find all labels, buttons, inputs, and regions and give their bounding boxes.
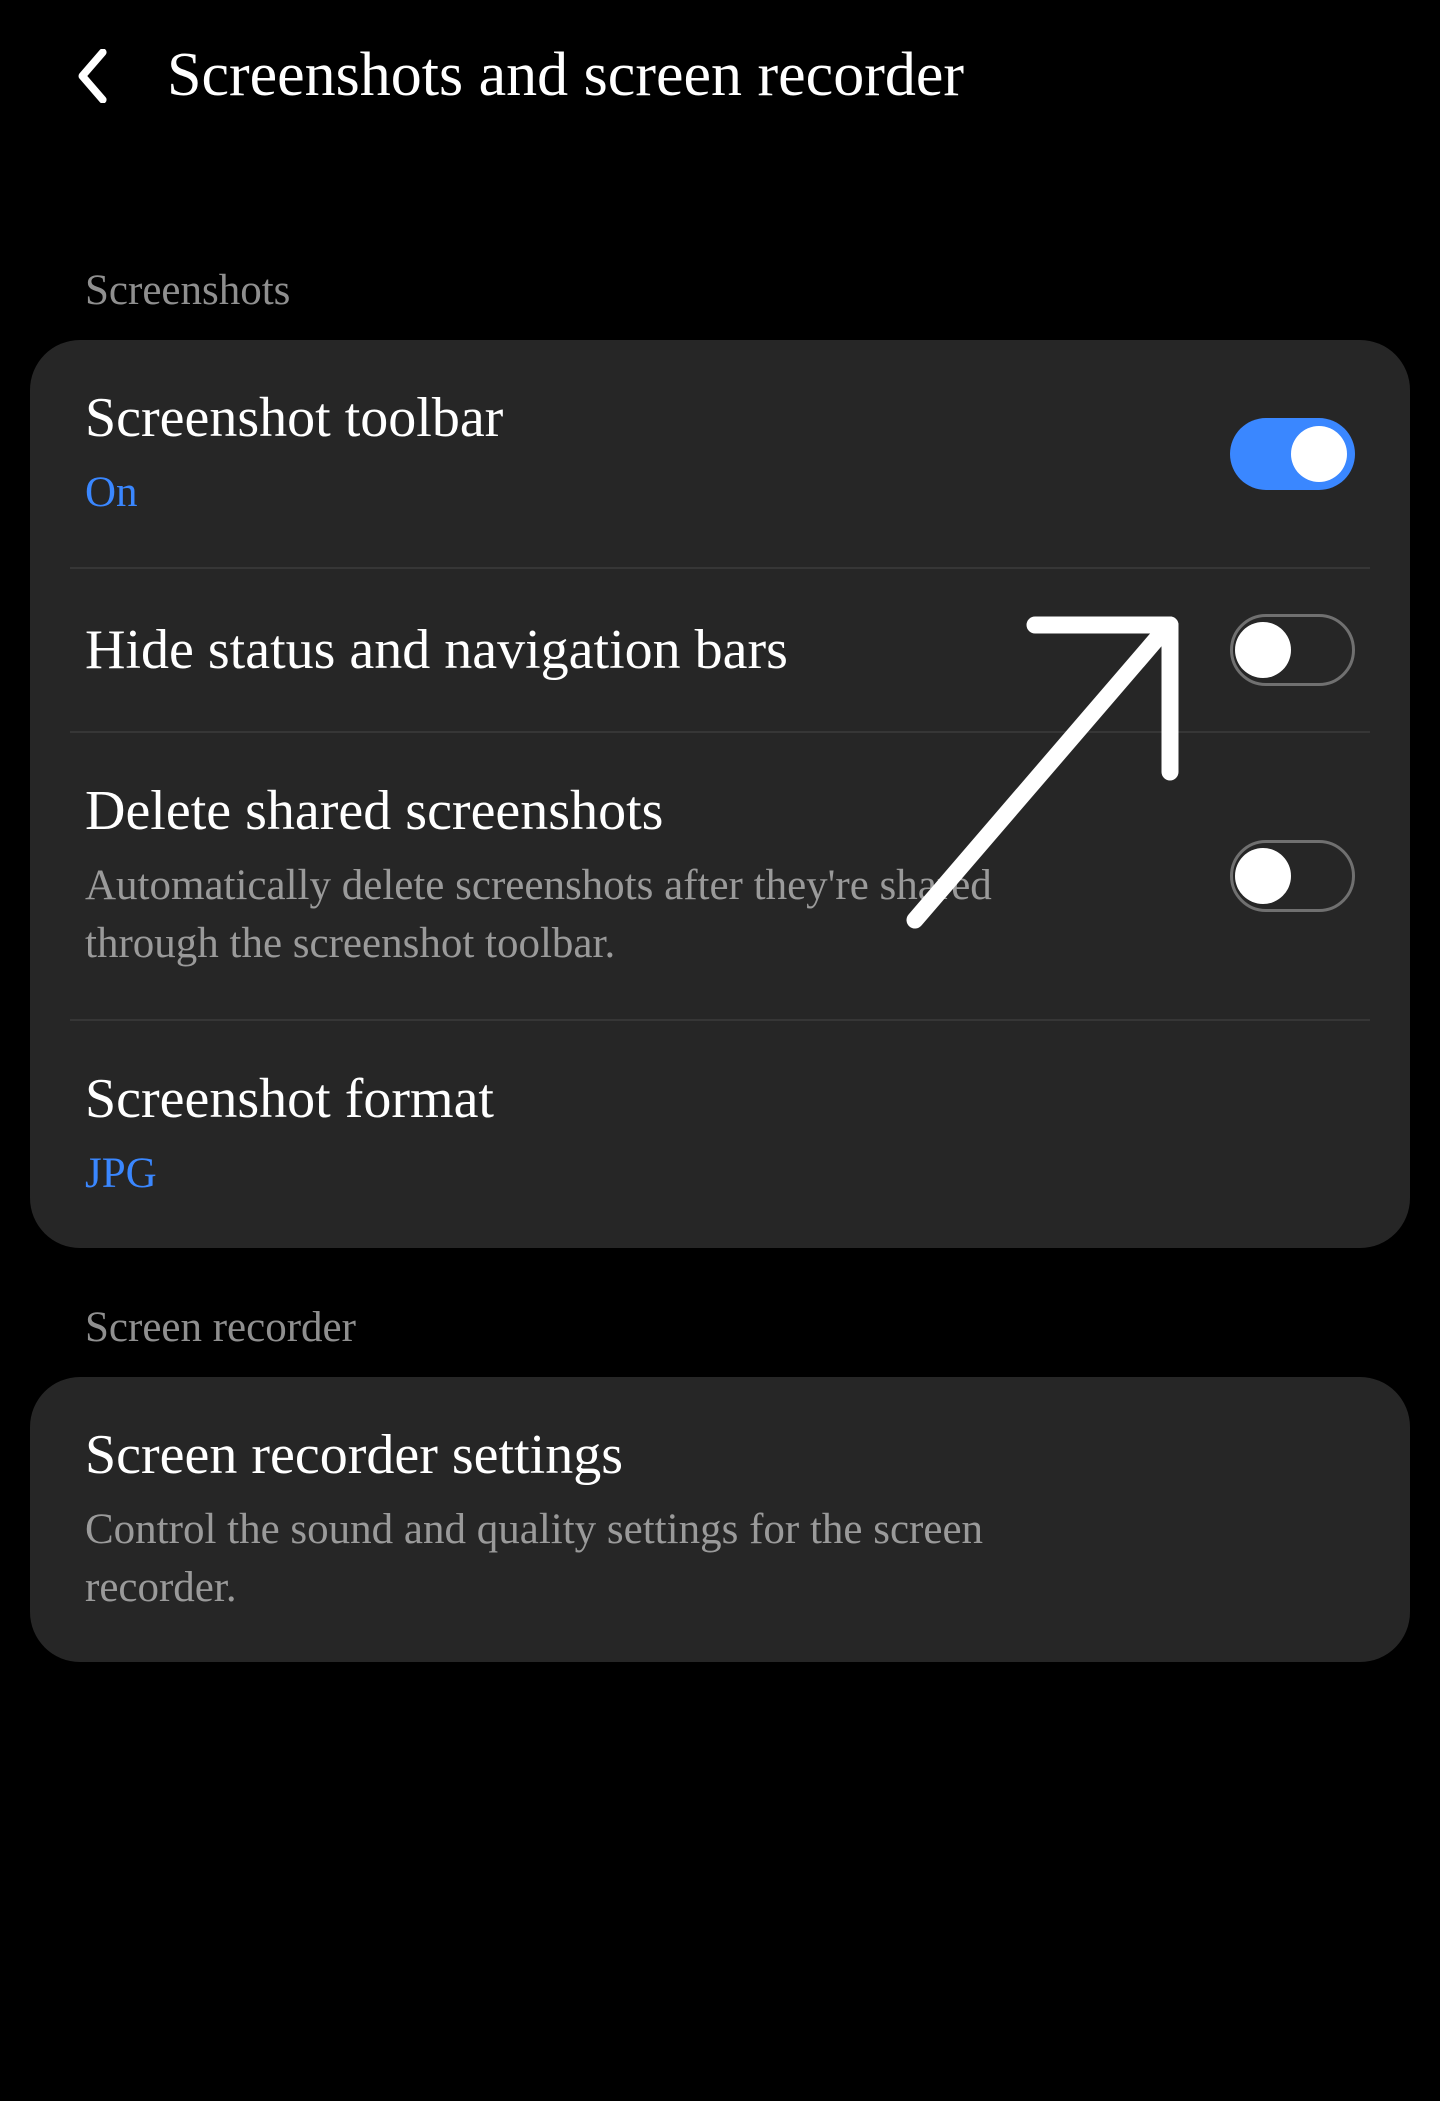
delete-shared-text: Delete shared screenshots Automatically …	[85, 778, 1105, 973]
hide-bars-text: Hide status and navigation bars	[85, 617, 788, 684]
delete-shared-row[interactable]: Delete shared screenshots Automatically …	[70, 733, 1370, 1020]
header-bar: Screenshots and screen recorder	[30, 40, 1410, 111]
delete-shared-subtitle: Automatically delete screenshots after t…	[85, 857, 1105, 973]
page-title: Screenshots and screen recorder	[167, 40, 964, 111]
screenshot-toolbar-toggle[interactable]	[1230, 418, 1355, 490]
screenshots-section-heading: Screenshots	[30, 266, 1410, 315]
screenshot-toolbar-status: On	[85, 464, 503, 522]
toggle-knob	[1235, 622, 1291, 678]
screenshot-toolbar-title: Screenshot toolbar	[85, 385, 503, 452]
screenshot-toolbar-row[interactable]: Screenshot toolbar On	[70, 340, 1370, 569]
screenshots-card: Screenshot toolbar On Hide status and na…	[30, 340, 1410, 1248]
hide-bars-title: Hide status and navigation bars	[85, 617, 788, 684]
recorder-settings-subtitle: Control the sound and quality settings f…	[85, 1501, 1105, 1617]
recorder-settings-title: Screen recorder settings	[85, 1422, 1105, 1489]
recorder-section-heading: Screen recorder	[30, 1303, 1410, 1352]
delete-shared-title: Delete shared screenshots	[85, 778, 1105, 845]
screenshot-format-value: JPG	[85, 1145, 494, 1203]
recorder-settings-row[interactable]: Screen recorder settings Control the sou…	[70, 1377, 1370, 1662]
delete-shared-toggle[interactable]	[1230, 840, 1355, 912]
recorder-card: Screen recorder settings Control the sou…	[30, 1377, 1410, 1662]
hide-bars-toggle[interactable]	[1230, 614, 1355, 686]
back-icon[interactable]	[75, 49, 109, 103]
screenshot-format-row[interactable]: Screenshot format JPG	[70, 1021, 1370, 1248]
screenshot-format-title: Screenshot format	[85, 1066, 494, 1133]
recorder-settings-text: Screen recorder settings Control the sou…	[85, 1422, 1105, 1617]
screenshot-format-text: Screenshot format JPG	[85, 1066, 494, 1203]
toggle-knob	[1235, 848, 1291, 904]
toggle-knob	[1291, 426, 1347, 482]
hide-bars-row[interactable]: Hide status and navigation bars	[70, 569, 1370, 733]
screenshot-toolbar-text: Screenshot toolbar On	[85, 385, 503, 522]
